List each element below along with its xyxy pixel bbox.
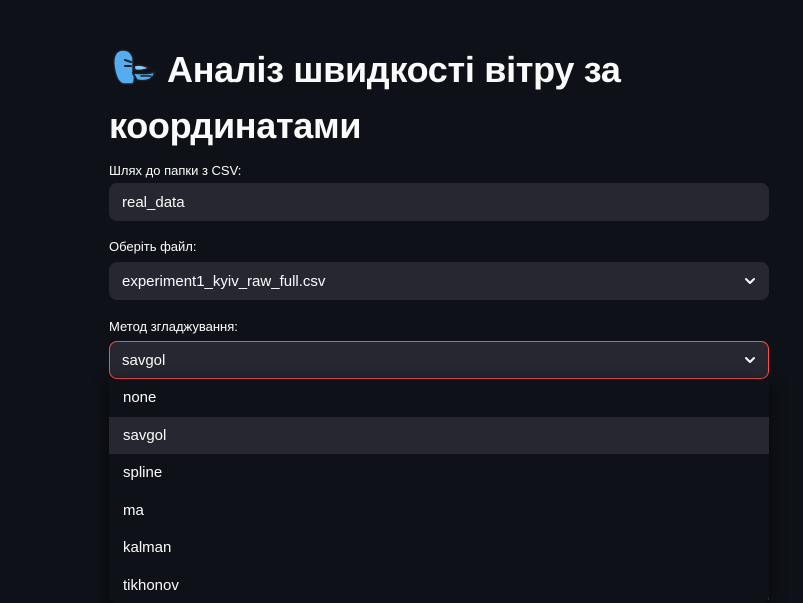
dropdown-option-none[interactable]: none [109,379,769,417]
dropdown-option-savgol[interactable]: savgol [109,416,769,454]
app-page: Аналіз швидкості вітру за координатами Ш… [0,0,803,603]
folder-path-input[interactable] [109,183,769,221]
page-title: Аналіз швидкості вітру за координатами [109,42,769,154]
method-select-value: savgol [122,351,166,369]
chevron-down-icon [745,278,755,284]
method-dropdown-list: none savgol spline ma kalman tikhonov [109,379,769,603]
dropdown-option-ma[interactable]: ma [109,492,769,530]
wind-face-icon [113,49,157,85]
method-select[interactable]: savgol [109,341,769,379]
dropdown-option-tikhonov[interactable]: tikhonov [109,567,769,603]
file-select-label: Оберіть файл: [109,239,197,254]
dropdown-option-kalman[interactable]: kalman [109,529,769,567]
file-select[interactable]: experiment1_kyiv_raw_full.csv [109,262,769,300]
file-select-value: experiment1_kyiv_raw_full.csv [122,272,326,290]
method-select-label: Метод згладжування: [109,319,238,334]
chevron-down-icon [745,357,755,363]
page-title-text: Аналіз швидкості вітру за координатами [109,49,621,146]
folder-path-label: Шлях до папки з CSV: [109,163,242,178]
dropdown-option-spline[interactable]: spline [109,454,769,492]
